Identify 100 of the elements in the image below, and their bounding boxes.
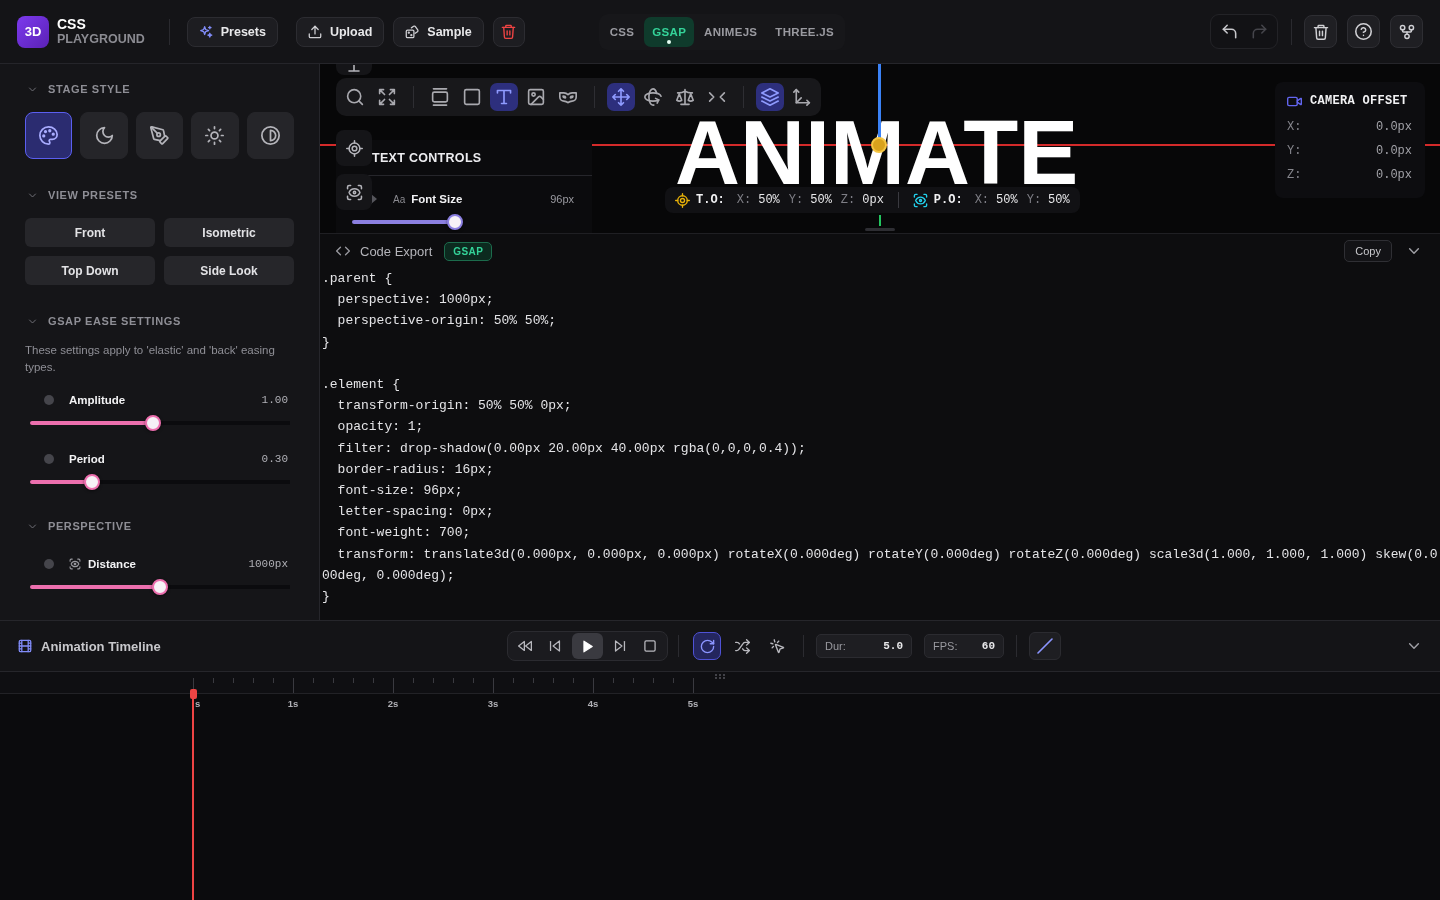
view-preset-button[interactable]: Front [25,218,155,247]
sparkles-icon [198,24,213,39]
style-button[interactable] [80,112,128,159]
time-label: s [195,698,201,709]
framework-badge: GSAP [444,241,493,261]
help-button[interactable] [1347,15,1380,48]
code-line: perspective-origin: 50% 50%; [336,312,558,331]
app-logo: 3D [17,15,49,48]
axis-label: Y: [1287,144,1302,158]
tool-button[interactable] [490,83,518,111]
keyframe-dot-icon[interactable] [44,395,54,405]
slider-value: 1.00 [261,394,288,406]
slider-thumb[interactable] [83,474,100,490]
tool-button[interactable] [336,64,372,75]
slider-thumb[interactable] [152,579,168,595]
eye-scan-icon [345,183,363,201]
tool-button[interactable] [336,174,372,210]
panel-title: TEXT CONTROLS [372,150,483,167]
sample-button[interactable]: Sample [393,16,484,47]
section-toggle[interactable]: VIEW PRESETS [25,186,138,204]
axis-label: X: [1287,120,1302,134]
search-icon [346,88,364,106]
upload-icon [307,24,322,39]
keyframe-dot-icon[interactable] [44,454,54,464]
time-label: 1s [287,698,299,709]
upload-button[interactable]: Upload [295,16,385,47]
ease-curve-button[interactable] [1029,632,1061,660]
framework-tab[interactable]: ANIMEJS [696,16,766,47]
view-preset-button[interactable]: Isometric [164,218,294,247]
field-label: Dur: [825,640,846,652]
code-line: opacity: 1; [336,418,425,437]
time-label: 5s [687,698,699,709]
crosshair-icon [345,139,363,157]
framework-tab[interactable]: CSS [601,16,643,47]
style-button[interactable] [135,112,184,159]
help-icon [1355,23,1372,40]
app-subtitle: PLAYGROUND [57,32,145,46]
presets-button[interactable]: Presets [186,16,278,47]
slider-label: Font Size [411,193,463,205]
code-icon [336,244,350,258]
ease-line-icon [1037,638,1053,654]
panel-title: CAMERA OFFSET [1310,94,1408,108]
step-forward-icon [613,639,627,653]
code-line: font-size: 96px; [336,482,464,500]
slider-thumb[interactable] [447,214,464,230]
code-line: .parent { [322,270,394,288]
axis-label: Z: [1287,168,1302,182]
axis-value: 0.0px [1376,120,1412,134]
undo-icon [1220,23,1238,40]
expand-icon [378,88,396,106]
shuffle-icon [734,638,750,654]
contrast-icon [260,126,280,145]
trash-icon [501,24,517,39]
section-toggle[interactable]: GSAP EASE SETTINGS [25,312,181,330]
panel-icon [431,88,449,106]
panel-title: Animation Timeline [41,638,161,654]
style-button[interactable] [25,112,73,159]
code-line: font-weight: 700; [336,524,472,543]
trash-icon [1312,23,1329,40]
view-preset-button[interactable]: Top Down [25,256,155,285]
play-button[interactable] [572,633,603,659]
delete-button[interactable] [1304,15,1337,48]
stop-icon [643,639,657,653]
loop-button[interactable] [693,632,721,660]
style-button[interactable] [191,112,239,159]
tool-button[interactable] [336,130,372,166]
copy-button[interactable]: Copy [1344,240,1392,262]
code-line: letter-spacing: 0px; [336,503,495,522]
click-sparkle-icon [769,638,785,654]
fork-icon [1398,23,1415,40]
section-toggle[interactable]: PERSPECTIVE [25,517,132,535]
axis-value: 0.0px [1376,168,1412,182]
slider-label: Distance [88,558,136,570]
palette-icon [39,126,59,145]
field-value: 5.0 [883,640,903,652]
branch-button[interactable] [1390,15,1423,48]
view-preset-button[interactable]: Side Look [164,256,294,285]
slider-thumb[interactable] [144,415,161,431]
framework-tab[interactable]: GSAP [644,16,695,47]
text-icon [495,88,513,106]
tool-button[interactable] [607,83,635,111]
style-button[interactable] [246,112,294,159]
eye-scan-icon [69,558,81,570]
pen-tool-icon [150,126,169,145]
time-label: 3s [487,698,499,709]
keyframe-dot-icon[interactable] [44,559,54,569]
section-toggle[interactable]: STAGE STYLE [25,80,131,98]
film-icon [18,639,32,653]
duration-field[interactable]: Dur: 5.0 [816,634,912,658]
framework-tab[interactable]: THREE.JS [767,16,842,47]
code-line: } [322,333,331,352]
code-line: filter: drop-shadow(0.00px 20.00px 40.00px rgba(0,0,0,0.4)); [336,439,807,458]
tool-button[interactable] [756,83,784,111]
square-icon [463,88,481,106]
rotate-3d-icon [644,88,662,106]
sun-icon [205,126,225,145]
axes-icon [793,88,811,106]
playhead[interactable] [190,689,197,900]
grip-icon[interactable] [715,674,725,679]
fps-field[interactable]: FPS: 60 [924,634,1004,658]
